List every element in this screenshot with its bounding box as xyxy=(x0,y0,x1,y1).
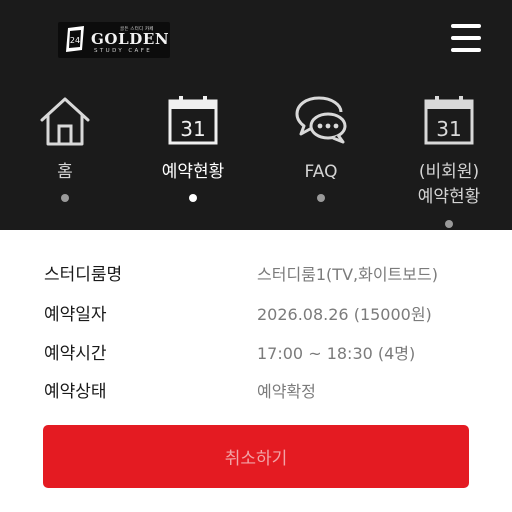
hamburger-menu-icon-bar xyxy=(451,48,481,52)
detail-row-status: 예약상태 예약확정 xyxy=(0,377,512,407)
detail-row-room-name: 스터디룸명 스터디룸1(TV,화이트보드) xyxy=(0,260,512,290)
detail-value: 2026.08.26 (15000원) xyxy=(257,305,432,324)
speech-bubbles-icon xyxy=(295,96,347,144)
detail-row-date: 예약일자 2026.08.26 (15000원) xyxy=(0,300,512,330)
detail-value: 예약확정 xyxy=(257,382,316,401)
svg-text:31: 31 xyxy=(436,117,461,141)
nav-item-guest-reservation-status[interactable]: 31 (비회원) 예약현황 xyxy=(394,94,504,230)
nav-label-home: 홈 xyxy=(57,162,73,182)
nav-indicator-dot-active xyxy=(189,194,197,202)
nav-item-home[interactable]: 홈 xyxy=(10,94,120,230)
detail-value: 스터디룸1(TV,화이트보드) xyxy=(257,265,438,284)
nav-item-reservation-status[interactable]: 31 예약현황 xyxy=(138,94,248,230)
detail-label: 예약일자 xyxy=(44,305,107,325)
nav-indicator-dot xyxy=(317,194,325,202)
hamburger-menu-button[interactable] xyxy=(448,22,484,56)
nav-item-faq[interactable]: FAQ xyxy=(266,94,376,230)
nav-indicator-dot xyxy=(61,194,69,202)
detail-label: 예약시간 xyxy=(44,344,107,364)
nav-label-faq: FAQ xyxy=(304,162,338,182)
nav-label-line-status: 예약현황 xyxy=(417,187,481,207)
home-icon xyxy=(40,97,90,146)
nav-label-guest-reservation-status: (비회원) 예약현황 xyxy=(394,160,504,210)
detail-row-time: 예약시간 17:00 ~ 18:30 (4명) xyxy=(0,339,512,369)
golden-study-cafe-logo[interactable]: 24 골든 스터디 카페 GOLDEN STUDY CAFE xyxy=(58,22,170,58)
top-header: 24 골든 스터디 카페 GOLDEN STUDY CAFE 홈 31 예약현황 xyxy=(0,0,512,230)
nav-label-reservation-status: 예약현황 xyxy=(161,162,225,182)
calendar-icon: 31 xyxy=(168,96,218,145)
detail-label: 스터디룸명 xyxy=(44,265,123,285)
hamburger-menu-icon-bar xyxy=(451,24,481,28)
hamburger-menu-icon-bar xyxy=(451,36,481,40)
svg-text:24: 24 xyxy=(70,36,80,45)
logo-brand-text: GOLDEN xyxy=(91,30,170,48)
cancel-reservation-button[interactable]: 취소하기 xyxy=(43,425,469,488)
nav-indicator-dot xyxy=(445,220,453,228)
nav-label-line-guest: (비회원) xyxy=(418,162,480,182)
calendar-icon: 31 xyxy=(424,96,474,145)
svg-text:31: 31 xyxy=(180,117,205,141)
logo-tagline: STUDY CAFE xyxy=(94,48,153,54)
detail-label: 예약상태 xyxy=(44,382,107,402)
logo-badge-icon: 24 xyxy=(66,26,84,52)
detail-value: 17:00 ~ 18:30 (4명) xyxy=(257,344,416,363)
